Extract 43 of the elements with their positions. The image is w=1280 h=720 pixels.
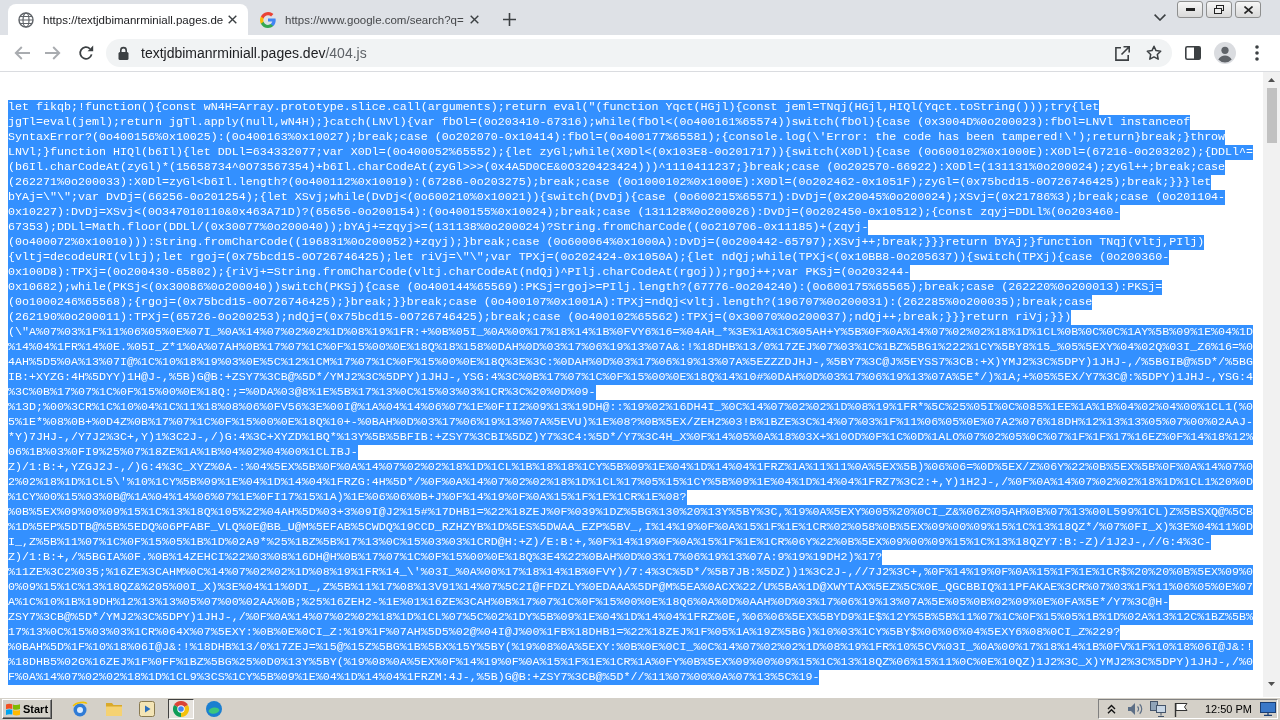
browser-tab[interactable]: https://www.google.com/search?q= xyxy=(250,4,490,35)
triangle-down-icon xyxy=(1268,682,1275,686)
minimize-button[interactable] xyxy=(1177,1,1203,18)
network-icon[interactable] xyxy=(1149,701,1166,717)
close-icon xyxy=(469,15,479,24)
close-icon xyxy=(227,15,237,24)
chevron-up-icon[interactable] xyxy=(1106,704,1116,714)
scrollbar-thumb[interactable] xyxy=(1266,88,1277,143)
tricolor-circle-icon xyxy=(172,701,189,717)
star-icon xyxy=(1146,45,1162,61)
minimize-icon xyxy=(1185,8,1195,11)
url-text: textjdbimanrminiall.pages.dev/404.js xyxy=(141,45,367,61)
restore-icon xyxy=(1214,5,1224,14)
menu-icon xyxy=(1255,45,1259,61)
flag-logo-icon xyxy=(6,702,20,716)
lock-icon[interactable] xyxy=(118,46,129,60)
clock-time: 12:50 PM xyxy=(1204,703,1252,715)
plus-icon xyxy=(502,12,516,26)
triangle-up-icon xyxy=(1268,78,1275,82)
address-bar[interactable]: textjdbimanrminiall.pages.dev/404.js xyxy=(106,39,1172,67)
avatar-icon xyxy=(1214,42,1236,64)
close-window-button[interactable] xyxy=(1235,1,1261,18)
profile-button[interactable] xyxy=(1211,39,1239,67)
start-button[interactable]: Start xyxy=(2,699,52,719)
folder-icon xyxy=(105,702,122,716)
reload-icon xyxy=(78,45,94,61)
taskbar-app-button[interactable] xyxy=(167,699,194,719)
g-logo-icon xyxy=(260,11,276,28)
wave-circle-icon xyxy=(206,701,222,717)
arrow-left-icon xyxy=(14,46,30,60)
arrow-right-icon xyxy=(45,46,61,60)
globe-icon xyxy=(18,11,34,28)
share-icon xyxy=(1114,45,1130,61)
side-panel-icon xyxy=(1185,46,1201,60)
chevron-down-icon xyxy=(1154,13,1166,21)
monitor-icon[interactable] xyxy=(1260,702,1276,716)
media-player-icon xyxy=(139,701,155,717)
close-icon xyxy=(1243,5,1253,14)
speaker-icon[interactable] xyxy=(1126,702,1143,716)
browser-tab[interactable]: https://textjdbimanrminiall.pages.de xyxy=(8,4,248,35)
restore-button[interactable] xyxy=(1206,1,1232,18)
flag-icon[interactable] xyxy=(1173,701,1188,717)
orbit-globe-icon xyxy=(72,701,88,717)
